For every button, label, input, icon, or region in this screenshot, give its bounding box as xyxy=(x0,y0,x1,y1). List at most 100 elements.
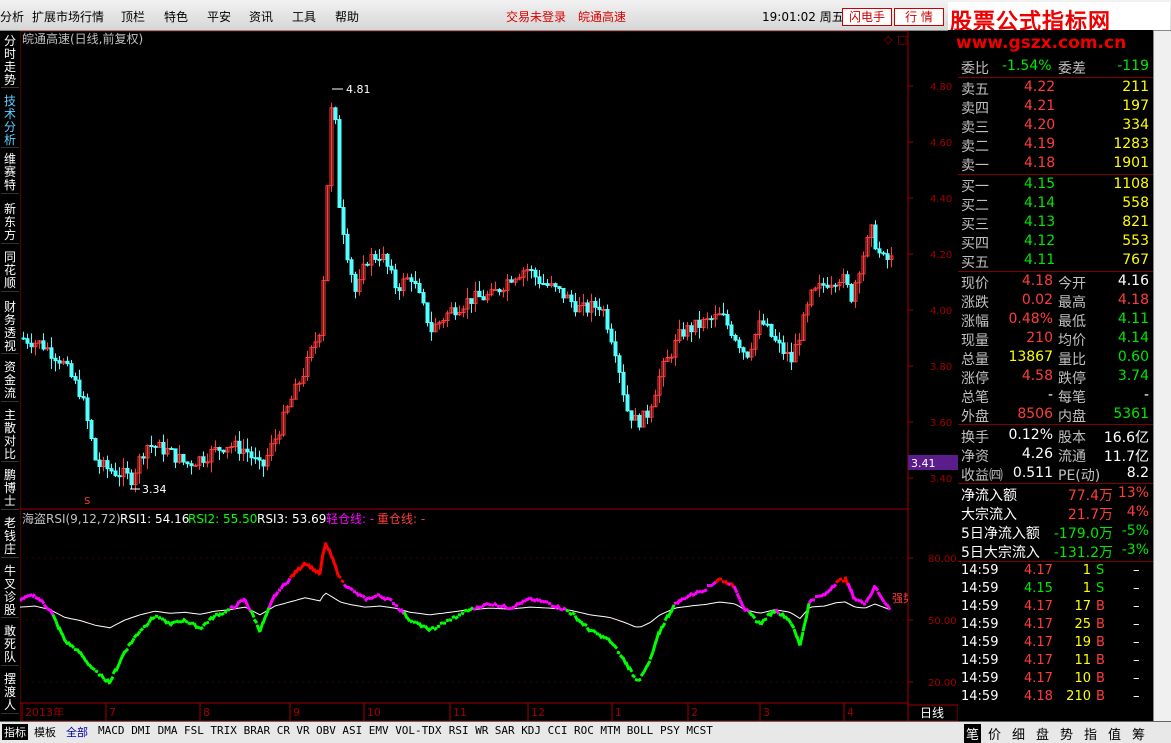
menu-news[interactable]: 资讯 xyxy=(249,8,273,25)
bid-volume: 1108 xyxy=(1113,176,1149,192)
indicator-tab[interactable]: WR xyxy=(475,724,488,737)
menu-analysis[interactable]: 分析 xyxy=(0,8,24,25)
candle-body xyxy=(174,449,177,462)
stat-value: 210 xyxy=(1026,330,1053,346)
ltab-baiduren[interactable]: 摆渡人 xyxy=(1,673,19,714)
ltab-niucha[interactable]: 牛叉诊股 xyxy=(1,565,19,618)
indicator-tab[interactable]: KDJ xyxy=(521,724,541,737)
candle-body xyxy=(614,342,617,356)
ltab-laoqianzhuang[interactable]: 老钱庄 xyxy=(1,517,19,558)
candle-body xyxy=(90,421,93,439)
indicator-tab[interactable]: 全部 xyxy=(66,724,88,740)
rsi-segment xyxy=(386,598,389,599)
quote-tab[interactable]: 价 xyxy=(988,724,1001,743)
rsi-segment xyxy=(350,588,353,590)
indicator-tab[interactable]: EMV xyxy=(369,724,389,737)
period-label[interactable]: 日线 xyxy=(920,706,944,720)
indicator-tab[interactable]: DMA xyxy=(158,724,178,737)
menu-tools[interactable]: 工具 xyxy=(292,8,316,25)
tick-time: 14:59 xyxy=(961,653,998,668)
ltab-gansidui[interactable]: 敢死队 xyxy=(1,625,19,666)
quote-button[interactable]: 行 情 xyxy=(894,8,944,26)
menu-ext-market[interactable]: 扩展市场行情 xyxy=(32,8,104,25)
weicha-label: 委差 xyxy=(1058,58,1086,78)
indicator-tab[interactable]: 指标 xyxy=(2,724,28,740)
indicator-tab[interactable]: BRAR xyxy=(244,724,271,737)
ltab-intraday[interactable]: 分时走势 xyxy=(1,35,19,88)
right-scrollbar[interactable] xyxy=(1153,31,1171,721)
rsi1-value: RSI1: 54.16 xyxy=(120,512,189,526)
quote-tab[interactable]: 笔 xyxy=(964,724,981,743)
rsi-segment xyxy=(560,609,563,610)
menu-pingan[interactable]: 平安 xyxy=(207,8,231,25)
menu-special[interactable]: 特色 xyxy=(164,8,188,25)
ltab-capital-flow[interactable]: 资金流 xyxy=(1,361,19,402)
tick-volume: 25 xyxy=(1074,617,1091,632)
rsi-segment xyxy=(428,628,431,631)
ltab-financial[interactable]: 财务透视 xyxy=(1,301,19,354)
chart-diamond-icon[interactable]: ◇ xyxy=(884,33,893,46)
indicator-tab[interactable]: OBV xyxy=(316,724,336,737)
stat-value-2: 4.11 xyxy=(1118,311,1149,327)
ltab-tonghuashun[interactable]: 同花顺 xyxy=(1,251,19,292)
indicator-tab[interactable]: TRIX xyxy=(210,724,237,737)
kline-chart[interactable]: 皖通高速(日线,前复权) ◇ □ 4.81 3.34 S 海盗RSI(9,12,… xyxy=(20,31,908,721)
rsi-segment xyxy=(542,601,545,602)
indicator-tab[interactable]: MTM xyxy=(600,724,620,737)
indicator-tab[interactable]: CR xyxy=(277,724,290,737)
tick-price: 4.15 xyxy=(1024,581,1053,596)
flash-trade-button[interactable]: 闪电手 xyxy=(842,8,892,26)
indicator-tab[interactable]: FSL xyxy=(184,724,204,737)
login-status[interactable]: 交易未登录 xyxy=(506,8,566,25)
indicator-tab[interactable]: BOLL xyxy=(627,724,654,737)
menu-help[interactable]: 帮助 xyxy=(335,8,359,25)
candle-body xyxy=(430,323,433,332)
low-label: 3.34 xyxy=(142,483,167,496)
ask-label: 卖三 xyxy=(961,117,989,137)
stat-label-2: 均价 xyxy=(1058,330,1086,350)
rsi-segment xyxy=(371,597,374,600)
indicator-tab[interactable]: 模板 xyxy=(34,724,56,740)
rsi-segment xyxy=(863,604,866,605)
indicator-tab[interactable]: MACD xyxy=(98,724,125,737)
indicator-tab[interactable]: CCI xyxy=(548,724,568,737)
quote-tab[interactable]: 指 xyxy=(1084,724,1097,743)
ltab-technical[interactable]: 技术分析 xyxy=(1,95,19,148)
indicator-tab[interactable]: MCST xyxy=(686,724,713,737)
indicator-tab[interactable]: VOL-TDX xyxy=(395,724,441,737)
flow-label: 净流入额 xyxy=(961,485,1017,505)
candle-body xyxy=(850,284,853,301)
rsi-segment xyxy=(704,590,707,592)
menu-topbar[interactable]: 顶栏 xyxy=(121,8,145,25)
quote-tab[interactable]: 值 xyxy=(1108,724,1121,743)
ask-row: 卖二4.191283 xyxy=(958,135,1153,154)
quote-tab[interactable]: 筹 xyxy=(1132,724,1145,743)
quote-tab[interactable]: 盘 xyxy=(1036,724,1049,743)
candle-body xyxy=(22,338,25,339)
fund-label: 收益㈣ xyxy=(961,465,1003,485)
stat-row: 涨跌0.02最高4.18 xyxy=(958,291,1153,310)
candle-body xyxy=(30,343,33,346)
indicator-tab[interactable]: VR xyxy=(296,724,309,737)
candle-body xyxy=(574,302,577,312)
candle-body xyxy=(742,348,745,352)
quote-tab[interactable]: 细 xyxy=(1012,724,1025,743)
ltab-xindongfang[interactable]: 新东方 xyxy=(1,203,19,244)
brand-watermark: 股票公式指标网 xyxy=(948,2,1170,30)
chart-expand-icon[interactable]: □ xyxy=(897,33,907,46)
indicator-tab[interactable]: DMI xyxy=(131,724,151,737)
price-tick: 4.60 xyxy=(930,138,952,149)
indicator-tab[interactable]: SAR xyxy=(495,724,515,737)
ltab-weisaite[interactable]: 维赛特 xyxy=(1,153,19,194)
tick-side: S xyxy=(1096,563,1104,578)
candle-body xyxy=(886,254,889,260)
indicator-tab[interactable]: ASI xyxy=(342,724,362,737)
indicator-tab[interactable]: PSY xyxy=(660,724,680,737)
x-label: 10 xyxy=(367,706,381,719)
quote-tab[interactable]: 势 xyxy=(1060,724,1073,743)
candle-body xyxy=(530,269,533,270)
indicator-tab[interactable]: ROC xyxy=(574,724,594,737)
ltab-pengboshi[interactable]: 鹏博士 xyxy=(1,469,19,510)
indicator-tab[interactable]: RSI xyxy=(449,724,469,737)
ltab-main-retail[interactable]: 主散对比 xyxy=(1,409,19,462)
